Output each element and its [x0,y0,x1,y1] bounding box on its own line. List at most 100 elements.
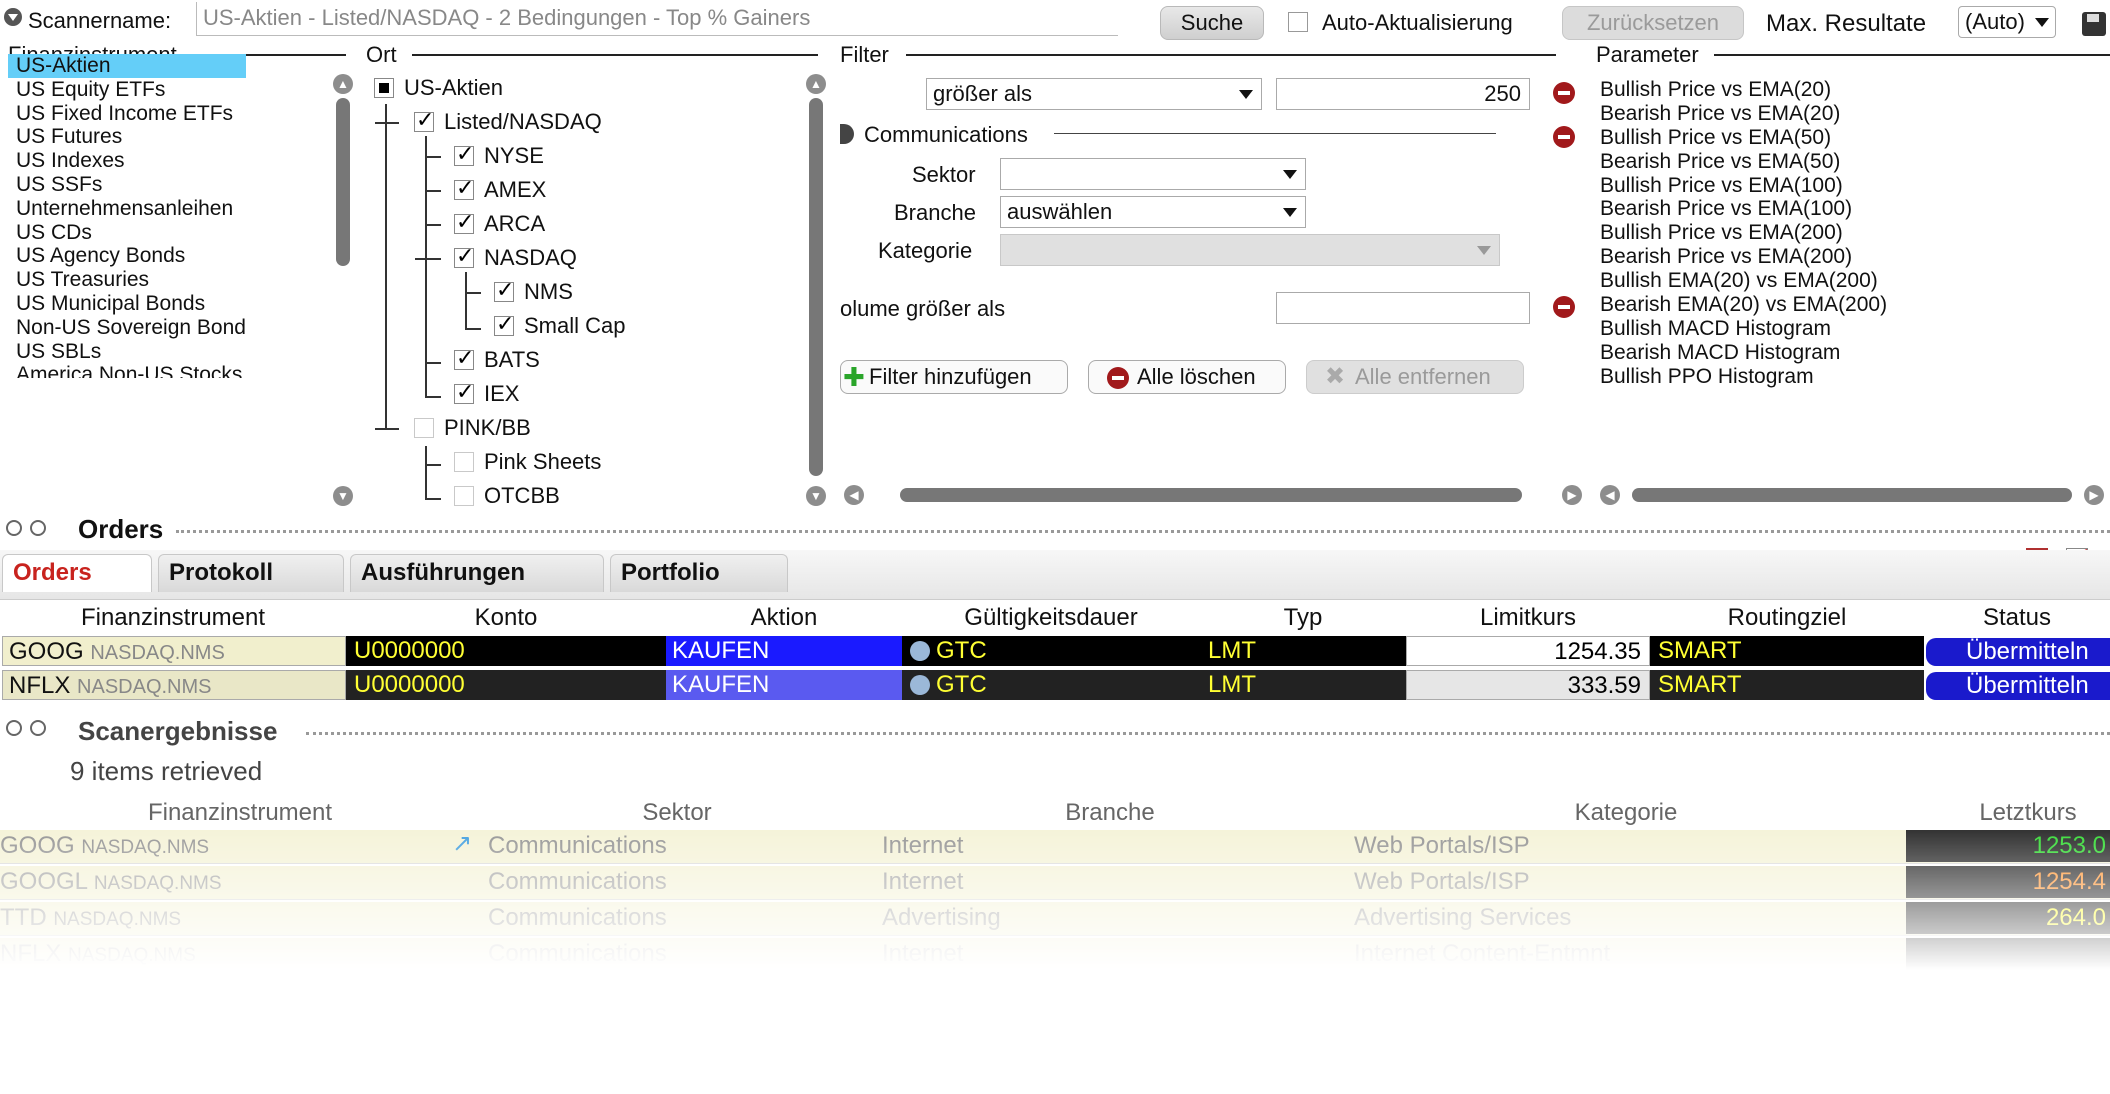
checkbox[interactable] [414,107,434,133]
results-column-header[interactable]: Branche [874,801,1346,825]
search-button[interactable]: Suche [1160,6,1264,40]
parameter-item[interactable]: Bullish PPO Histogram [1600,365,2110,389]
volume-input[interactable] [1276,292,1530,324]
scroll-right-icon[interactable]: ▶ [1562,485,1582,505]
instrument-item[interactable]: US CDs [8,221,246,245]
tree-item-listed-nasdaq[interactable]: Listed/NASDAQ [414,107,602,135]
auto-update-checkbox[interactable] [1288,12,1308,32]
tree-item-nms[interactable]: NMS [494,277,573,305]
panel-toggle-icon[interactable] [6,520,22,536]
instrument-scrollbar[interactable] [336,98,350,266]
tree-item-iex[interactable]: IEX [454,379,519,407]
results-column-header[interactable]: Sektor [480,801,874,825]
orders-column-header[interactable]: Typ [1200,606,1406,630]
orders-column-header[interactable]: Routingziel [1650,606,1924,630]
table-row[interactable]: NFLX NASDAQ.NMS U0000000 KAUFEN GTC LMT … [0,670,2110,702]
scroll-left-icon[interactable]: ◀ [1600,485,1620,505]
save-icon[interactable] [2082,12,2106,36]
instrument-item[interactable]: US Futures [8,125,246,149]
tree-item-bats[interactable]: BATS [454,345,540,373]
tab-orders[interactable]: Orders [2,554,152,592]
parameter-item[interactable]: Bearish Price vs EMA(200) [1600,245,2110,269]
parameter-item[interactable]: Bearish Price vs EMA(100) [1600,197,2110,221]
checkbox[interactable] [494,277,514,303]
tree-item-pink-sheets[interactable]: Pink Sheets [454,449,601,475]
sector-select[interactable] [1000,158,1306,190]
checkbox[interactable] [414,418,434,438]
chevron-right-icon[interactable] [840,124,854,144]
price-value-input[interactable]: 250 [1276,78,1530,110]
parameter-item[interactable]: Bullish MACD Histogram [1600,317,2110,341]
checkbox[interactable] [454,345,474,371]
category-select[interactable] [1000,234,1500,266]
tree-item-nasdaq[interactable]: NASDAQ [454,243,577,271]
remove-group-icon[interactable] [1553,126,1575,148]
price-operator-select[interactable]: größer als [926,78,1262,110]
checkbox[interactable] [454,452,474,472]
instrument-item[interactable]: US Agency Bonds [8,244,246,268]
orders-column-header[interactable]: Finanzinstrument [0,606,346,630]
parameter-item[interactable]: Bullish Price vs EMA(200) [1600,221,2110,245]
orders-column-header[interactable]: Konto [346,606,666,630]
panel-toggle-icon[interactable] [30,720,46,736]
tree-item-pink-bb[interactable]: PINK/BB [414,415,531,441]
instrument-item[interactable]: US Indexes [8,149,246,173]
instrument-item[interactable]: US-Aktien [8,54,246,78]
orders-column-header[interactable]: Gültigkeitsdauer [902,606,1200,630]
scroll-up-icon[interactable]: ▲ [333,74,353,94]
instrument-item[interactable]: US SBLs [8,340,246,364]
instrument-item[interactable]: US SSFs [8,173,246,197]
parameter-item[interactable]: Bearish MACD Histogram [1600,341,2110,365]
parameter-item[interactable]: Bearish Price vs EMA(20) [1600,102,2110,126]
instrument-item[interactable]: Non-US Sovereign Bonds [8,316,246,340]
add-filter-button[interactable]: ✚ Filter hinzufügen [840,360,1068,394]
tree-item-otcbb[interactable]: OTCBB [454,483,560,509]
tree-item-amex[interactable]: AMEX [454,175,546,203]
tab-portfolio[interactable]: Portfolio [610,554,788,592]
scroll-down-icon[interactable]: ▼ [806,486,826,506]
scroll-right-icon[interactable]: ▶ [2084,485,2104,505]
location-scrollbar[interactable] [809,98,823,476]
panel-toggle-icon[interactable] [6,720,22,736]
scroll-up-icon[interactable]: ▲ [806,74,826,94]
table-row[interactable]: NFLX NASDAQ.NMS Communications Internet … [0,938,2110,972]
remove-all-button[interactable]: ✖ Alle entfernen [1306,360,1524,394]
scanner-name-input[interactable]: US-Aktien - Listed/NASDAQ - 2 Bedingunge… [196,2,1118,36]
instrument-item[interactable]: US Fixed Income ETFs [8,102,246,126]
tree-item-small-cap[interactable]: Small Cap [494,311,625,339]
orders-column-header[interactable]: Limitkurs [1406,606,1650,630]
instrument-list[interactable]: US-Aktien US Equity ETFs US Fixed Income… [8,54,246,378]
order-status[interactable]: Übermitteln [1926,672,2110,700]
instrument-item[interactable]: US Treasuries [8,268,246,292]
results-column-header[interactable]: Finanzinstrument [0,801,480,825]
remove-filter-icon[interactable] [1553,82,1575,104]
tree-item-arca[interactable]: ARCA [454,209,545,237]
orders-column-header[interactable]: Status [1924,606,2110,630]
collapse-icon[interactable] [4,8,22,26]
reset-button[interactable]: Zurücksetzen [1562,6,1744,40]
checkbox[interactable] [454,141,474,167]
tree-item-us-stocks[interactable]: US-Aktien [374,75,503,101]
orders-column-header[interactable]: Aktion [666,606,902,630]
parameter-item[interactable]: Bullish Price vs EMA(50) [1600,126,2110,150]
parameter-hscrollbar[interactable] [1632,488,2072,502]
scroll-left-icon[interactable]: ◀ [844,485,864,505]
order-limit[interactable]: 333.59 [1406,670,1650,700]
remove-volume-icon[interactable] [1553,296,1575,318]
checkbox[interactable] [374,78,394,98]
instrument-item[interactable]: US Municipal Bonds [8,292,246,316]
checkbox[interactable] [454,209,474,235]
order-limit[interactable]: 1254.35 [1406,636,1650,666]
checkbox[interactable] [494,311,514,337]
checkbox[interactable] [454,486,474,506]
max-results-select[interactable]: (Auto) [1958,6,2056,38]
results-column-header[interactable]: Kategorie [1346,801,1906,825]
instrument-item[interactable]: US Equity ETFs [8,78,246,102]
parameter-item[interactable]: Bearish Price vs EMA(50) [1600,150,2110,174]
order-status[interactable]: Übermitteln [1926,638,2110,666]
table-row[interactable]: TTD NASDAQ.NMS Communications Advertisin… [0,902,2110,936]
tab-protokoll[interactable]: Protokoll [158,554,344,592]
panel-toggle-icon[interactable] [30,520,46,536]
instrument-item[interactable]: Unternehmensanleihen [8,197,246,221]
table-row[interactable]: GOOG NASDAQ.NMS ↗ Communications Internet… [0,830,2110,864]
